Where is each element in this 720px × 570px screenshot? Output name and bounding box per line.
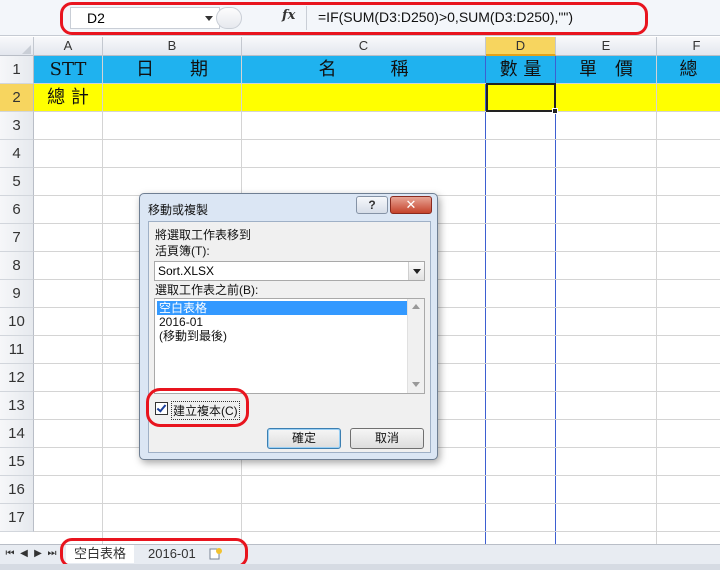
row-header[interactable]: 2 bbox=[0, 84, 34, 112]
status-bar bbox=[0, 564, 720, 570]
row-header[interactable]: 3 bbox=[0, 112, 34, 140]
workbook-select[interactable]: Sort.XLSX bbox=[154, 261, 425, 281]
row-header[interactable]: 12 bbox=[0, 364, 34, 392]
create-copy-checkbox[interactable] bbox=[155, 402, 168, 415]
gridline bbox=[34, 475, 720, 476]
formula-input[interactable]: =IF(SUM(D3:D250)>0,SUM(D3:D250),"") bbox=[318, 9, 573, 25]
help-button[interactable]: ? bbox=[356, 196, 388, 214]
divider bbox=[306, 6, 307, 30]
row-header[interactable]: 11 bbox=[0, 336, 34, 364]
chevron-up-icon bbox=[412, 304, 420, 309]
workbook-label: 活頁簿(T): bbox=[155, 244, 210, 258]
cell-a1[interactable]: STT bbox=[34, 56, 102, 84]
cell-e1[interactable]: 單 價 bbox=[556, 56, 656, 84]
insert-function-icon[interactable]: fx bbox=[282, 8, 295, 23]
insert-sheet-glyph bbox=[209, 548, 222, 560]
scroll-down-button[interactable] bbox=[408, 377, 424, 393]
list-item[interactable]: 空白表格 bbox=[157, 301, 407, 315]
gridline bbox=[34, 139, 720, 140]
row-header[interactable]: 6 bbox=[0, 196, 34, 224]
cell-d1[interactable]: 數 量 bbox=[486, 56, 555, 84]
before-sheet-label: 選取工作表之前(B): bbox=[155, 283, 259, 297]
listbox-scrollbar[interactable] bbox=[407, 299, 424, 393]
sheet-listbox[interactable]: 空白表格 2016-01 (移動到最後) bbox=[154, 298, 425, 394]
gridline bbox=[485, 56, 486, 544]
row-header[interactable]: 14 bbox=[0, 420, 34, 448]
column-header-f[interactable]: F bbox=[657, 37, 720, 56]
total-row-fill bbox=[34, 84, 720, 112]
next-sheet-icon[interactable]: ▶ bbox=[32, 548, 44, 560]
checkmark-icon bbox=[156, 402, 167, 413]
active-cell-d2[interactable] bbox=[486, 83, 556, 112]
column-header-d[interactable]: D bbox=[486, 37, 556, 56]
gridline bbox=[656, 56, 657, 544]
name-box[interactable]: D2 bbox=[70, 7, 220, 29]
cell-f1[interactable]: 總 bbox=[657, 56, 720, 84]
column-header-e[interactable]: E bbox=[556, 37, 657, 56]
dialog-body: 將選取工作表移到 活頁簿(T): Sort.XLSX 選取工作表之前(B): 空… bbox=[148, 221, 431, 453]
workbook-select-value: Sort.XLSX bbox=[158, 264, 215, 278]
gridline bbox=[34, 167, 720, 168]
insert-sheet-icon[interactable] bbox=[204, 545, 226, 563]
gridline bbox=[34, 503, 720, 504]
dialog-title: 移動或複製 bbox=[148, 203, 209, 217]
move-copy-dialog: 移動或複製 ? ✕ 將選取工作表移到 活頁簿(T): Sort.XLSX 選取工… bbox=[139, 193, 438, 460]
list-item[interactable]: 2016-01 bbox=[157, 315, 407, 329]
move-to-label: 將選取工作表移到 bbox=[155, 228, 252, 242]
row-header[interactable]: 17 bbox=[0, 504, 34, 532]
gridline bbox=[34, 531, 720, 532]
select-all-icon bbox=[22, 45, 31, 54]
column-header-a[interactable]: A bbox=[34, 37, 103, 56]
cell-c1[interactable]: 名 稱 bbox=[242, 56, 485, 84]
gridline bbox=[34, 111, 720, 112]
column-header-b[interactable]: B bbox=[103, 37, 242, 56]
column-headers: A B C D E F bbox=[0, 37, 720, 56]
create-copy-label[interactable]: 建立複本(C) bbox=[171, 401, 240, 420]
chevron-down-icon[interactable] bbox=[205, 16, 213, 21]
row-header[interactable]: 4 bbox=[0, 140, 34, 168]
last-sheet-icon[interactable]: ⏭ bbox=[46, 548, 58, 560]
formula-bar-splitter[interactable] bbox=[216, 7, 242, 29]
chevron-down-icon bbox=[413, 269, 421, 274]
chevron-down-icon bbox=[412, 382, 420, 387]
formula-bar: D2 fx =IF(SUM(D3:D250)>0,SUM(D3:D250),""… bbox=[0, 0, 720, 36]
close-button[interactable]: ✕ bbox=[390, 196, 432, 214]
name-box-value: D2 bbox=[87, 10, 105, 26]
sheet-tab-2016-01[interactable]: 2016-01 bbox=[140, 545, 204, 563]
row-header[interactable]: 7 bbox=[0, 224, 34, 252]
column-header-c[interactable]: C bbox=[242, 37, 486, 56]
list-item[interactable]: (移動到最後) bbox=[157, 329, 407, 343]
cancel-button[interactable]: 取消 bbox=[350, 428, 424, 449]
gridline bbox=[102, 56, 103, 544]
select-all-button[interactable] bbox=[0, 37, 34, 56]
sheet-tab-blank[interactable]: 空白表格 bbox=[66, 545, 135, 563]
row-header[interactable]: 1 bbox=[0, 56, 34, 84]
prev-sheet-icon[interactable]: ◀ bbox=[18, 548, 30, 560]
first-sheet-icon[interactable]: ⏮ bbox=[4, 548, 16, 560]
ok-button[interactable]: 確定 bbox=[267, 428, 341, 449]
scroll-up-button[interactable] bbox=[408, 299, 424, 315]
row-header[interactable]: 5 bbox=[0, 168, 34, 196]
row-header[interactable]: 8 bbox=[0, 252, 34, 280]
dropdown-button[interactable] bbox=[408, 262, 424, 280]
row-header[interactable]: 10 bbox=[0, 308, 34, 336]
fill-handle[interactable] bbox=[552, 108, 558, 114]
excel-window: D2 fx =IF(SUM(D3:D250)>0,SUM(D3:D250),""… bbox=[0, 0, 720, 570]
gridline bbox=[555, 56, 556, 544]
row-header[interactable]: 9 bbox=[0, 280, 34, 308]
cell-b1[interactable]: 日 期 bbox=[103, 56, 241, 84]
sheet-tab-bar: ⏮ ◀ ▶ ⏭ 空白表格 2016-01 bbox=[0, 544, 720, 564]
cell-a2[interactable]: 總 計 bbox=[34, 84, 102, 112]
row-header[interactable]: 15 bbox=[0, 448, 34, 476]
row-header[interactable]: 16 bbox=[0, 476, 34, 504]
row-header[interactable]: 13 bbox=[0, 392, 34, 420]
